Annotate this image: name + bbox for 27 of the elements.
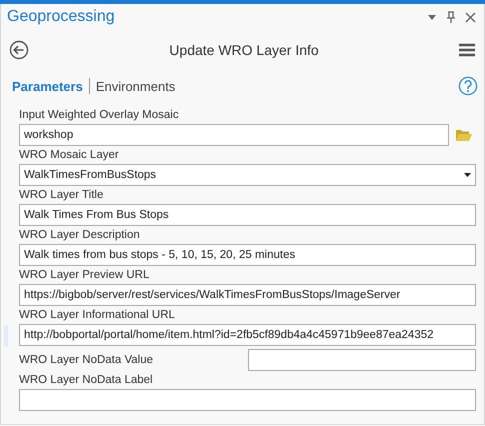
menu-icon[interactable] [459, 43, 475, 57]
field-label: WRO Mosaic Layer [19, 148, 120, 163]
pane-title: Geoprocessing [7, 8, 116, 26]
input-field[interactable]: https://bigbob/server/rest/services/WalkTimesFromBusStops/ImageServer [19, 284, 476, 306]
field-label: Input Weighted Overlay Mosaic [19, 108, 180, 123]
dropdown-icon[interactable] [427, 12, 437, 22]
input-field[interactable]: Walk Times From Bus Stops [19, 204, 476, 226]
field-label: WRO Layer NoData Label [19, 373, 154, 388]
field-label: WRO Layer Description [19, 228, 141, 243]
tab[interactable]: Parameters [12, 78, 83, 94]
field-label: WRO Layer NoData Value [19, 352, 154, 368]
input-field[interactable] [248, 349, 476, 371]
pin-icon[interactable] [446, 11, 456, 23]
field-label: WRO Layer Preview URL [19, 268, 150, 283]
input-field[interactable] [19, 389, 476, 411]
input-field[interactable]: Walk times from bus stops - 5, 10, 15, 20, 25 minutes [19, 244, 476, 266]
field-label: WRO Layer Informational URL [19, 308, 176, 323]
dropdown-field[interactable]: WalkTimesFromBusStops [19, 164, 476, 186]
close-icon[interactable] [465, 12, 476, 22]
tab[interactable]: Environments [96, 78, 176, 94]
tool-title: Update WRO Layer Info [168, 42, 320, 58]
input-field[interactable]: workshop [19, 124, 449, 146]
back-icon[interactable] [9, 40, 29, 60]
field-label: WRO Layer Title [19, 188, 104, 203]
input-field[interactable]: http://bobportal/portal/home/item.html?id=2fb5cf89db4a4c45971b9ee87ea24352 [19, 324, 476, 346]
caret-icon[interactable] [464, 173, 471, 177]
help-icon[interactable] [458, 76, 478, 96]
